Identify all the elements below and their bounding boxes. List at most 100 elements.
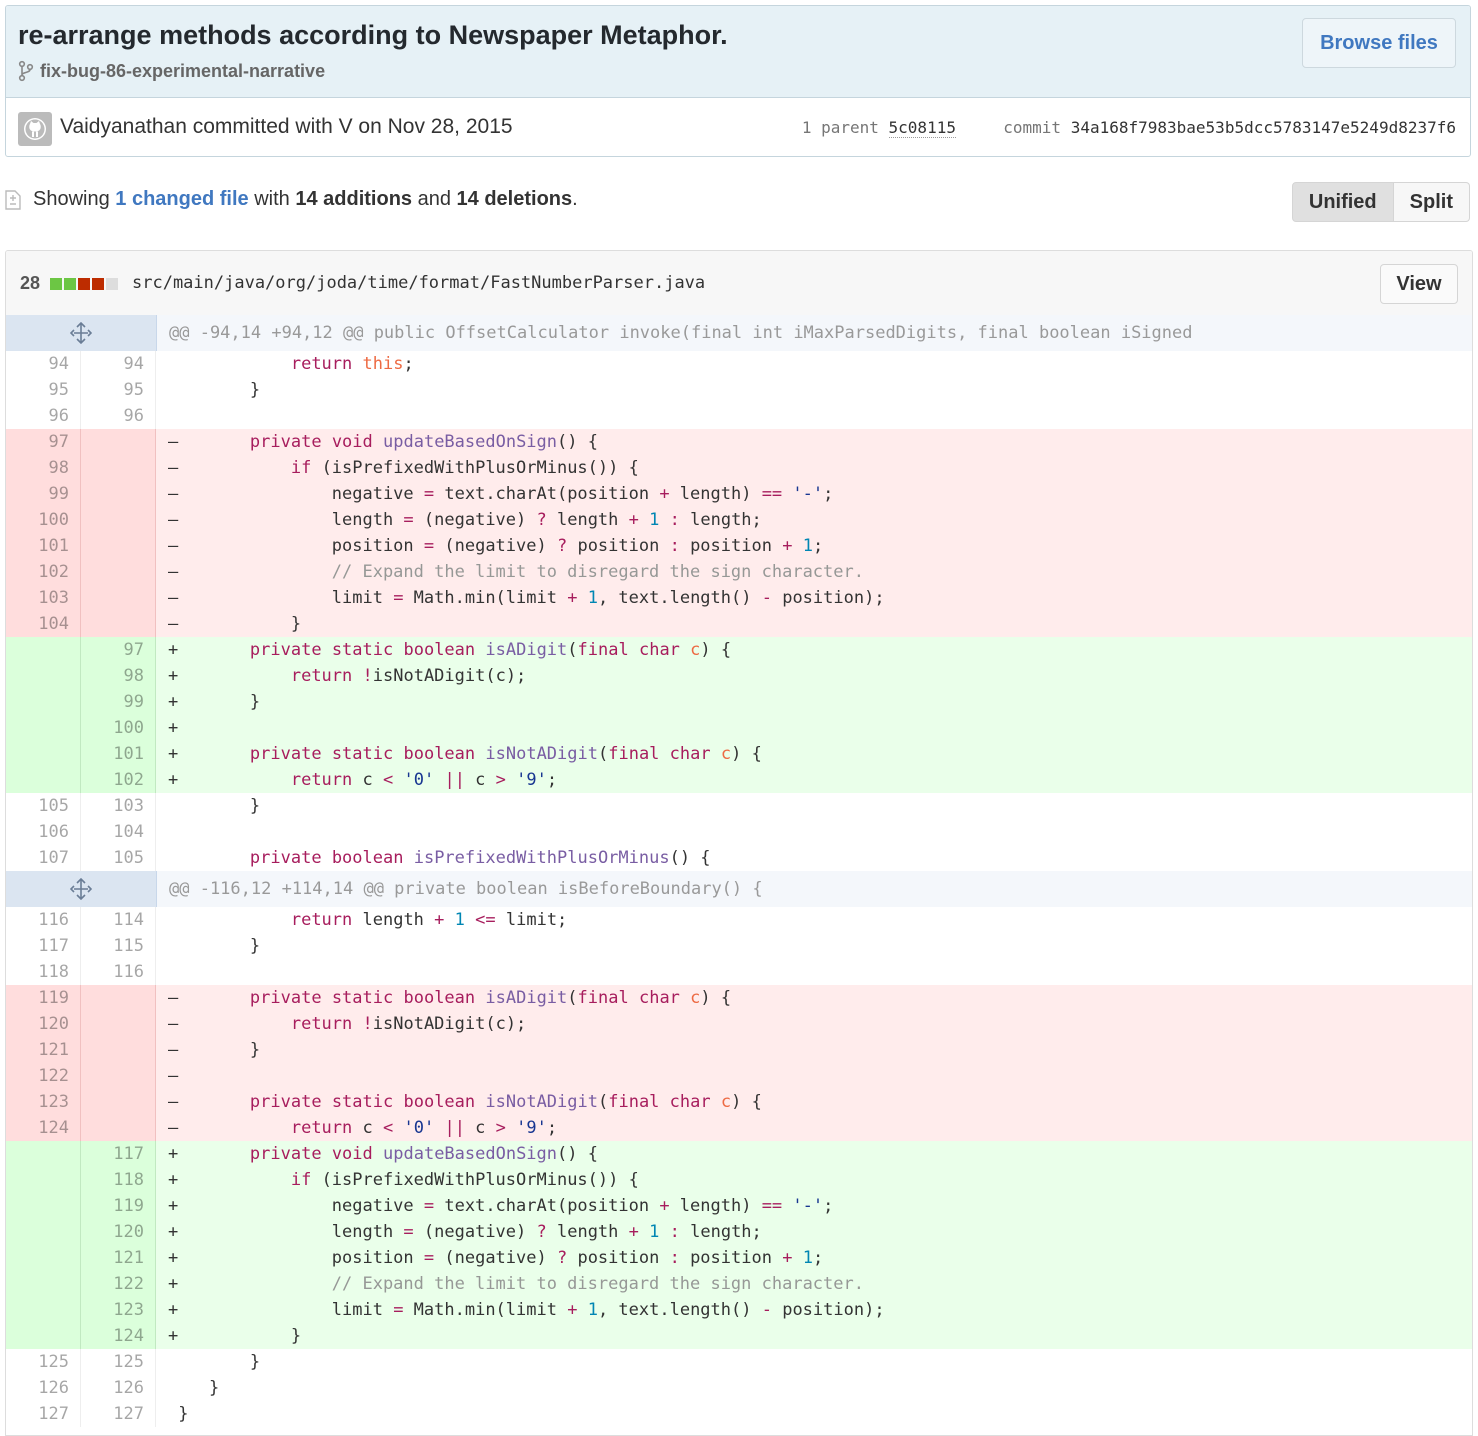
old-line-number[interactable] xyxy=(6,1245,81,1271)
new-line-number[interactable]: 115 xyxy=(81,933,156,959)
old-line-number[interactable] xyxy=(6,663,81,689)
code-text: – return !isNotADigit(c); xyxy=(168,1014,527,1034)
new-line-number[interactable]: 124 xyxy=(81,1323,156,1349)
old-line-number[interactable]: 94 xyxy=(6,351,81,377)
old-line-number[interactable]: 123 xyxy=(6,1089,81,1115)
new-line-number[interactable]: 101 xyxy=(81,741,156,767)
new-line-number[interactable]: 100 xyxy=(81,715,156,741)
unified-button[interactable]: Unified xyxy=(1291,182,1394,222)
new-line-number[interactable] xyxy=(81,507,156,533)
code-text: + position = (negative) ? position : pos… xyxy=(168,1248,824,1268)
new-line-number[interactable] xyxy=(81,1063,156,1089)
new-line-number[interactable]: 126 xyxy=(81,1375,156,1401)
new-line-number[interactable]: 98 xyxy=(81,663,156,689)
new-line-number[interactable]: 103 xyxy=(81,793,156,819)
deleted-line: 122 – xyxy=(6,1063,1472,1089)
code-text: + private static boolean isNotADigit(fin… xyxy=(168,744,762,764)
old-line-number[interactable]: 104 xyxy=(6,611,81,637)
branch-name[interactable]: fix-bug-86-experimental-narrative xyxy=(40,61,325,82)
old-line-number[interactable]: 99 xyxy=(6,481,81,507)
new-line-number[interactable]: 114 xyxy=(81,907,156,933)
old-line-number[interactable]: 117 xyxy=(6,933,81,959)
old-line-number[interactable]: 118 xyxy=(6,959,81,985)
old-line-number[interactable] xyxy=(6,689,81,715)
new-line-number[interactable]: 104 xyxy=(81,819,156,845)
code-text: – negative = text.charAt(position + leng… xyxy=(168,484,834,504)
old-line-number[interactable]: 127 xyxy=(6,1401,81,1427)
new-line-number[interactable] xyxy=(81,1115,156,1141)
new-line-number[interactable] xyxy=(81,1089,156,1115)
old-line-number[interactable] xyxy=(6,741,81,767)
old-line-number[interactable] xyxy=(6,1193,81,1219)
old-line-number[interactable]: 100 xyxy=(6,507,81,533)
old-line-number[interactable]: 116 xyxy=(6,907,81,933)
deleted-line: 100 – length = (negative) ? length + 1 : … xyxy=(6,507,1472,533)
old-line-number[interactable] xyxy=(6,1167,81,1193)
file-path[interactable]: src/main/java/org/joda/time/format/FastN… xyxy=(132,273,705,293)
old-line-number[interactable]: 126 xyxy=(6,1375,81,1401)
new-line-number[interactable]: 95 xyxy=(81,377,156,403)
old-line-number[interactable]: 122 xyxy=(6,1063,81,1089)
old-line-number[interactable]: 96 xyxy=(6,403,81,429)
old-line-number[interactable] xyxy=(6,1297,81,1323)
new-line-number[interactable]: 117 xyxy=(81,1141,156,1167)
old-line-number[interactable] xyxy=(6,1141,81,1167)
new-line-number[interactable]: 96 xyxy=(81,403,156,429)
new-line-number[interactable]: 121 xyxy=(81,1245,156,1271)
old-line-number[interactable] xyxy=(6,1323,81,1349)
new-line-number[interactable]: 127 xyxy=(81,1401,156,1427)
new-line-number[interactable] xyxy=(81,611,156,637)
avatar[interactable] xyxy=(18,112,52,146)
new-line-number[interactable] xyxy=(81,1037,156,1063)
new-line-number[interactable]: 122 xyxy=(81,1271,156,1297)
new-line-number[interactable] xyxy=(81,429,156,455)
new-line-number[interactable]: 116 xyxy=(81,959,156,985)
old-line-number[interactable]: 125 xyxy=(6,1349,81,1375)
new-line-number[interactable]: 102 xyxy=(81,767,156,793)
new-line-number[interactable] xyxy=(81,985,156,1011)
new-line-number[interactable]: 119 xyxy=(81,1193,156,1219)
new-line-number[interactable]: 97 xyxy=(81,637,156,663)
split-button[interactable]: Split xyxy=(1393,182,1470,222)
old-line-number[interactable]: 95 xyxy=(6,377,81,403)
old-line-number[interactable] xyxy=(6,767,81,793)
old-line-number[interactable] xyxy=(6,637,81,663)
old-line-number[interactable] xyxy=(6,1219,81,1245)
file-header: 28 src/main/java/org/joda/time/format/Fa… xyxy=(6,251,1472,316)
new-line-number[interactable]: 120 xyxy=(81,1219,156,1245)
old-line-number[interactable]: 97 xyxy=(6,429,81,455)
new-line-number[interactable] xyxy=(81,1011,156,1037)
old-line-number[interactable]: 120 xyxy=(6,1011,81,1037)
expand-icon[interactable] xyxy=(6,315,157,351)
old-line-number[interactable]: 103 xyxy=(6,585,81,611)
old-line-number[interactable]: 105 xyxy=(6,793,81,819)
old-line-number[interactable] xyxy=(6,715,81,741)
new-line-number[interactable]: 99 xyxy=(81,689,156,715)
new-line-number[interactable]: 94 xyxy=(81,351,156,377)
new-line-number[interactable] xyxy=(81,455,156,481)
summary-mid1: with xyxy=(248,188,296,210)
old-line-number[interactable]: 102 xyxy=(6,559,81,585)
old-line-number[interactable] xyxy=(6,1271,81,1297)
changed-files-link[interactable]: 1 changed file xyxy=(115,188,248,210)
new-line-number[interactable]: 118 xyxy=(81,1167,156,1193)
code-text: + negative = text.charAt(position + leng… xyxy=(168,1196,834,1216)
new-line-number[interactable] xyxy=(81,559,156,585)
new-line-number[interactable]: 125 xyxy=(81,1349,156,1375)
new-line-number[interactable] xyxy=(81,533,156,559)
old-line-number[interactable]: 124 xyxy=(6,1115,81,1141)
old-line-number[interactable]: 119 xyxy=(6,985,81,1011)
new-line-number[interactable]: 123 xyxy=(81,1297,156,1323)
new-line-number[interactable] xyxy=(81,481,156,507)
old-line-number[interactable]: 101 xyxy=(6,533,81,559)
new-line-number[interactable] xyxy=(81,585,156,611)
new-line-number[interactable]: 105 xyxy=(81,845,156,871)
old-line-number[interactable]: 98 xyxy=(6,455,81,481)
view-file-button[interactable]: View xyxy=(1380,264,1458,304)
parent-sha-link[interactable]: 5c08115 xyxy=(888,118,956,138)
old-line-number[interactable]: 106 xyxy=(6,819,81,845)
old-line-number[interactable]: 121 xyxy=(6,1037,81,1063)
expand-icon[interactable] xyxy=(6,871,157,907)
browse-files-button[interactable]: Browse files xyxy=(1302,18,1456,68)
old-line-number[interactable]: 107 xyxy=(6,845,81,871)
